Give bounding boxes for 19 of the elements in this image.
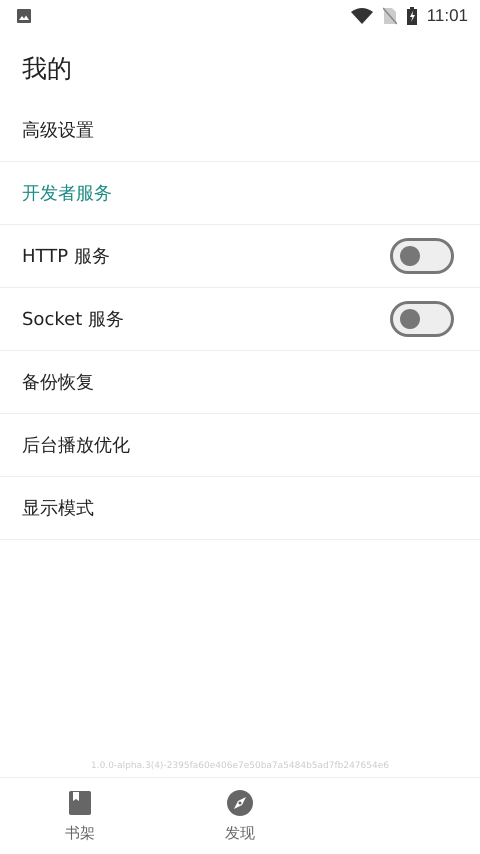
setting-label: HTTP 服务 [22, 245, 111, 268]
no-sim-icon [382, 7, 397, 25]
settings-item[interactable]: 备份恢复 [0, 351, 480, 414]
settings-item[interactable]: 高级设置 [0, 99, 480, 162]
toggle-switch[interactable] [390, 301, 454, 337]
book-icon [68, 790, 92, 816]
battery-charging-icon [406, 7, 417, 25]
nav-tab[interactable]: 书架 [0, 778, 160, 854]
section-header: 开发者服务 [0, 162, 480, 225]
page-title: 我的 [21, 53, 73, 85]
compass-icon [227, 790, 253, 816]
nav-tab[interactable]: 发现 [160, 778, 320, 854]
settings-item[interactable]: 显示模式 [0, 477, 480, 540]
wifi-icon [350, 8, 373, 24]
toggle-switch[interactable] [390, 238, 454, 274]
settings-item[interactable]: 后台播放优化 [0, 414, 480, 477]
image-icon [16, 8, 32, 24]
status-time: 11:01 [426, 6, 468, 26]
setting-label: Socket 服务 [22, 308, 125, 331]
